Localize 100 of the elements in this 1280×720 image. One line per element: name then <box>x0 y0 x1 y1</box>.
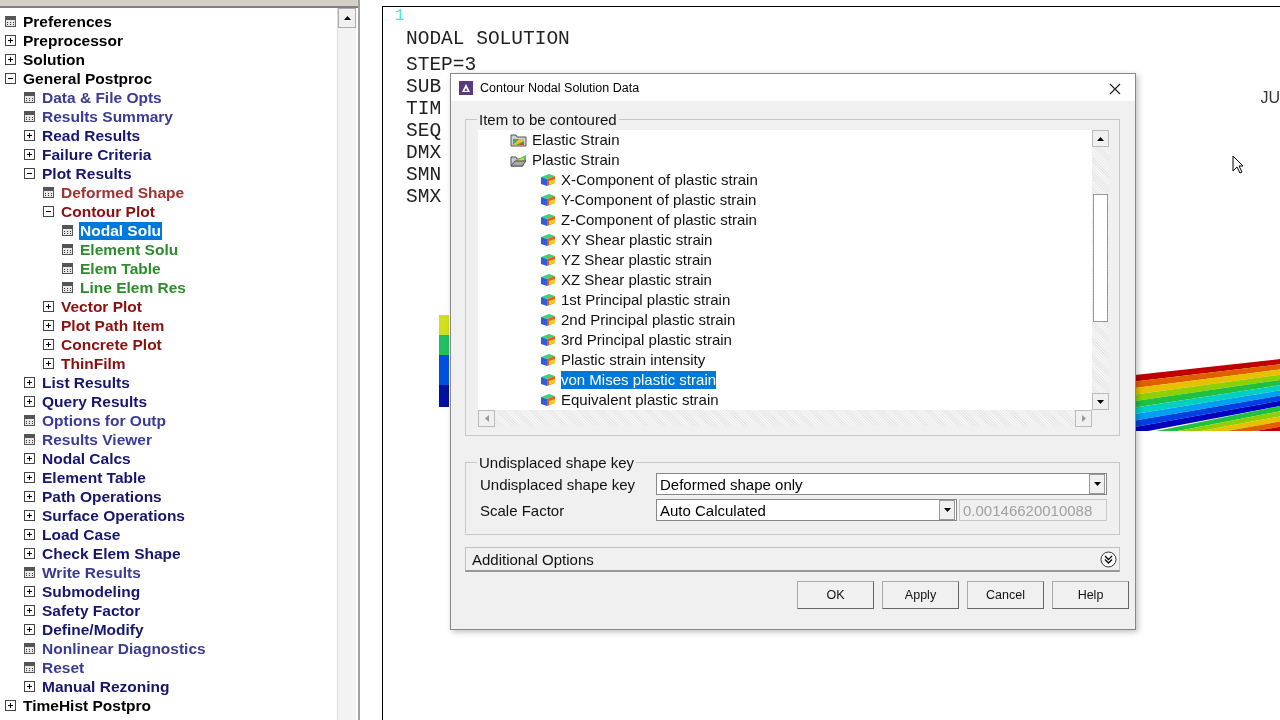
tree-item[interactable]: X-Component of plastic strain <box>561 171 758 189</box>
menu-item[interactable]: Safety Factor <box>41 601 142 620</box>
tree-item[interactable]: Z-Component of plastic strain <box>561 211 757 229</box>
menu-item[interactable]: Line Elem Res <box>79 278 187 297</box>
menu-item[interactable]: Results Viewer <box>41 430 153 449</box>
plot-number: 1 <box>395 7 405 25</box>
expand-icon[interactable] <box>24 548 35 559</box>
collapse-icon[interactable] <box>24 168 35 179</box>
dialog-button[interactable]: Help <box>1052 581 1129 609</box>
expand-icon[interactable] <box>24 472 35 483</box>
tree-item[interactable]: 2nd Principal plastic strain <box>561 311 736 329</box>
menu-item[interactable]: Preprocessor <box>22 31 124 50</box>
menu-item[interactable]: List Results <box>41 373 131 392</box>
cube-icon <box>540 373 556 387</box>
expand-icon[interactable] <box>24 605 35 616</box>
cube-icon <box>540 353 556 367</box>
expand-icon[interactable] <box>1100 550 1117 568</box>
menu-item[interactable]: Read Results <box>41 126 142 145</box>
scrollbar[interactable] <box>1092 130 1109 410</box>
expand-icon[interactable] <box>24 681 35 692</box>
menu-item[interactable]: Deformed Shape <box>60 183 186 202</box>
expand-icon[interactable] <box>24 130 35 141</box>
tree-item[interactable]: 3rd Principal plastic strain <box>561 331 732 349</box>
menu-item[interactable]: Query Results <box>41 392 149 411</box>
menu-item[interactable]: Path Operations <box>41 487 163 506</box>
menu-item[interactable]: Elem Table <box>79 259 162 278</box>
expand-icon[interactable] <box>24 396 35 407</box>
menu-item[interactable]: TimeHist Postpro <box>22 696 153 715</box>
form-icon <box>43 187 54 198</box>
menu-item[interactable]: Manual Rezoning <box>41 677 171 696</box>
dialog-button[interactable]: Apply <box>882 581 959 609</box>
collapse-icon[interactable] <box>43 206 54 217</box>
dropdown[interactable]: Auto Calculated <box>656 499 957 521</box>
expand-icon[interactable] <box>5 35 16 46</box>
tree-item[interactable]: 1st Principal plastic strain <box>561 291 731 309</box>
expand-icon[interactable] <box>43 320 54 331</box>
menu-item[interactable]: General Postproc <box>22 69 154 88</box>
menu-item[interactable]: ThinFilm <box>60 354 127 373</box>
down-arrow-icon <box>943 508 951 512</box>
menu-item[interactable]: Results Summary <box>41 107 174 126</box>
scrollbar[interactable] <box>337 8 356 720</box>
menu-item[interactable]: Nodal Solu <box>79 221 162 240</box>
menu-item[interactable]: Vector Plot <box>60 297 143 316</box>
tree-item[interactable]: XY Shear plastic strain <box>561 231 713 249</box>
expand-icon[interactable] <box>43 301 54 312</box>
expand-icon[interactable] <box>43 339 54 350</box>
expand-icon[interactable] <box>24 491 35 502</box>
cube-icon <box>540 273 556 287</box>
expand-icon[interactable] <box>24 453 35 464</box>
corner-text: JU <box>1260 89 1280 107</box>
expand-icon[interactable] <box>24 586 35 597</box>
menu-item[interactable]: Element Solu <box>79 240 180 259</box>
legend-text: SMX <box>406 186 442 208</box>
menu-item[interactable]: Write Results <box>41 563 142 582</box>
expand-icon[interactable] <box>5 54 16 65</box>
expand-icon[interactable] <box>24 149 35 160</box>
menu-item[interactable]: Check Elem Shape <box>41 544 182 563</box>
cube-icon <box>540 333 556 347</box>
expand-icon[interactable] <box>24 529 35 540</box>
menu-item[interactable]: Concrete Plot <box>60 335 163 354</box>
tree-item[interactable]: YZ Shear plastic strain <box>561 251 712 269</box>
dropdown[interactable]: Deformed shape only <box>656 473 1107 495</box>
dialog-button[interactable]: OK <box>797 581 874 609</box>
menu-item[interactable]: Contour Plot <box>60 202 156 221</box>
menu-item[interactable]: Nonlinear Diagnostics <box>41 639 207 658</box>
menu-item[interactable]: Define/Modify <box>41 620 145 639</box>
menu-item[interactable]: Surface Operations <box>41 506 186 525</box>
left-arrow-icon <box>484 415 489 422</box>
menu-item[interactable]: Solution <box>22 50 86 69</box>
menu-item[interactable]: Plot Results <box>41 164 133 183</box>
expand-icon[interactable] <box>5 700 16 711</box>
expand-icon[interactable] <box>43 358 54 369</box>
expand-icon[interactable] <box>24 510 35 521</box>
menu-item[interactable]: Preferences <box>22 12 113 31</box>
expander-bar[interactable]: Additional Options <box>465 547 1120 572</box>
up-arrow-icon <box>343 16 351 20</box>
tree-item[interactable]: Y-Component of plastic strain <box>561 191 757 209</box>
menu-item[interactable]: Options for Outp <box>41 411 167 430</box>
menu-item[interactable]: Plot Path Item <box>60 316 166 335</box>
tree-item[interactable]: XZ Shear plastic strain <box>561 271 712 289</box>
collapse-icon[interactable] <box>5 73 16 84</box>
dialog-button[interactable]: Cancel <box>967 581 1044 609</box>
field-label: Scale Factor <box>479 501 566 519</box>
menu-item[interactable]: Failure Criteria <box>41 145 153 164</box>
tree-item[interactable]: Plastic Strain <box>532 151 620 169</box>
menu-item[interactable]: Element Table <box>41 468 147 487</box>
expand-icon[interactable] <box>24 624 35 635</box>
tree-item[interactable]: von Mises plastic strain <box>561 371 717 389</box>
menu-item[interactable]: Nodal Calcs <box>41 449 132 468</box>
menu-item[interactable]: Submodeling <box>41 582 142 601</box>
menu-item[interactable]: Data & File Opts <box>41 88 163 107</box>
menu-item[interactable]: Reset <box>41 658 86 677</box>
expand-icon[interactable] <box>24 377 35 388</box>
tree-item[interactable]: Equivalent plastic strain <box>561 391 719 409</box>
tree-item[interactable]: Plastic strain intensity <box>561 351 706 369</box>
plot-title: NODAL SOLUTION <box>406 28 571 50</box>
tree-item[interactable]: Elastic Strain <box>532 131 620 149</box>
scrollbar[interactable] <box>478 410 1092 426</box>
form-icon <box>24 92 35 103</box>
menu-item[interactable]: Load Case <box>41 525 122 544</box>
